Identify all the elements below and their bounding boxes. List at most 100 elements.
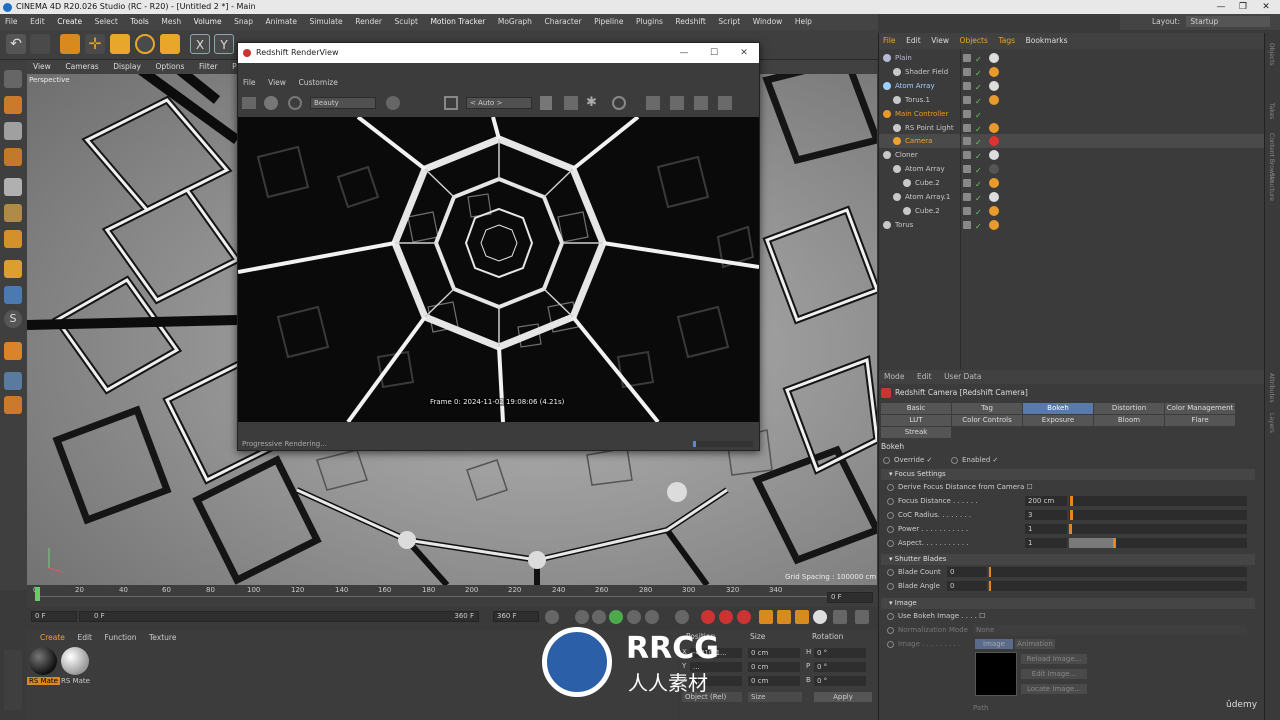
- object-row[interactable]: Main Controller ✓: [879, 107, 1265, 121]
- menu-file[interactable]: File: [0, 14, 23, 30]
- object-name[interactable]: Shader Field: [905, 65, 948, 79]
- recent-tool-icon[interactable]: [160, 34, 180, 54]
- points-mode-icon[interactable]: [4, 178, 22, 196]
- key-rotation-icon[interactable]: [795, 610, 809, 624]
- object-row[interactable]: Cube.2 ✓: [879, 204, 1265, 218]
- play-icon[interactable]: [609, 610, 623, 624]
- object-row[interactable]: Shader Field ✓: [879, 65, 1265, 79]
- object-tag-icon[interactable]: [989, 205, 999, 216]
- menu-script[interactable]: Script: [713, 14, 745, 30]
- object-row[interactable]: Torus.1 ✓: [879, 93, 1265, 107]
- side-tab-layers[interactable]: Layers: [1268, 413, 1275, 433]
- start-render-icon[interactable]: [264, 96, 278, 110]
- side-tab-structure[interactable]: Structure: [1268, 173, 1275, 201]
- tab-lut[interactable]: LUT: [881, 415, 951, 426]
- visibility-toggle-icon[interactable]: [963, 193, 971, 201]
- side-tab-objects[interactable]: Objects: [1268, 43, 1275, 66]
- tab-bloom[interactable]: Bloom: [1094, 415, 1164, 426]
- viewport-menu-filter[interactable]: Filter: [193, 60, 224, 74]
- current-frame-field[interactable]: 0 F: [827, 592, 873, 603]
- menu-sculpt[interactable]: Sculpt: [389, 14, 422, 30]
- select-tool-icon[interactable]: [60, 34, 80, 54]
- object-row[interactable]: Camera ✓: [879, 134, 1265, 149]
- preview-range-slider[interactable]: 0 F 360 F: [79, 611, 479, 622]
- object-name[interactable]: Camera: [905, 134, 932, 148]
- renderview-menu-view[interactable]: View: [263, 76, 291, 90]
- menu-plugins[interactable]: Plugins: [631, 14, 668, 30]
- record-keys-icon[interactable]: [701, 610, 715, 624]
- attr-menu-mode[interactable]: Mode: [879, 370, 909, 384]
- close-button[interactable]: ✕: [1255, 0, 1277, 14]
- solo-icon[interactable]: [4, 342, 22, 360]
- objects-menu-tags[interactable]: Tags: [994, 33, 1019, 49]
- normalization-mode-dropdown[interactable]: None: [973, 625, 1247, 635]
- edit-image-button[interactable]: Edit Image...: [1021, 669, 1087, 679]
- renderview-minimize-button[interactable]: —: [672, 43, 696, 63]
- key-pla-icon[interactable]: [833, 610, 847, 624]
- timeline-ruler[interactable]: 0 20 40 60 80 100 120 140 160 180 200 22…: [27, 585, 877, 607]
- zoom-dropdown[interactable]: < Auto >: [466, 97, 532, 109]
- blade-angle-field[interactable]: 0: [947, 581, 987, 591]
- object-tag-icon[interactable]: [989, 53, 999, 63]
- coord-size-z[interactable]: 0 cm: [748, 676, 800, 686]
- render-region-icon[interactable]: [242, 97, 256, 109]
- key-position-icon[interactable]: [759, 610, 773, 624]
- menu-simulate[interactable]: Simulate: [305, 14, 348, 30]
- section-shutter-blades[interactable]: ▾ Shutter Blades: [881, 554, 1255, 565]
- object-row[interactable]: Cube.2 ✓: [879, 176, 1265, 190]
- viewport-menu-cameras[interactable]: Cameras: [59, 60, 104, 74]
- polygons-mode-icon[interactable]: [4, 230, 22, 248]
- refresh-icon[interactable]: [288, 96, 302, 110]
- object-row[interactable]: Torus ✓: [879, 218, 1265, 232]
- rotate-tool-icon[interactable]: [135, 34, 155, 54]
- object-name[interactable]: Cube.2: [915, 176, 940, 190]
- enabled-checkbox[interactable]: Enabled ✓: [951, 456, 998, 464]
- viewport-menu-display[interactable]: Display: [107, 60, 147, 74]
- undo-icon[interactable]: ↶: [6, 34, 26, 54]
- menu-edit[interactable]: Edit: [25, 14, 50, 30]
- playhead[interactable]: [35, 587, 40, 601]
- object-row[interactable]: Atom Array ✓: [879, 79, 1265, 93]
- coc-radius-slider[interactable]: [1069, 510, 1247, 520]
- tab-tag[interactable]: Tag: [952, 403, 1022, 414]
- objects-menu-bookmarks[interactable]: Bookmarks: [1022, 33, 1072, 49]
- minimize-button[interactable]: —: [1210, 0, 1232, 14]
- attr-menu-edit[interactable]: Edit: [912, 370, 937, 384]
- restore-button[interactable]: ❐: [1232, 0, 1254, 14]
- objects-menu-file[interactable]: File: [879, 33, 900, 49]
- redo-icon[interactable]: [30, 34, 50, 54]
- snap-icon[interactable]: S: [4, 310, 22, 328]
- render-image-canvas[interactable]: [238, 117, 759, 422]
- material-menu-function[interactable]: Function: [100, 632, 142, 644]
- aspect-field[interactable]: 1: [1025, 538, 1067, 548]
- viewport-menu-options[interactable]: Options: [149, 60, 190, 74]
- snapshot-icon[interactable]: [670, 96, 684, 110]
- menu-animate[interactable]: Animate: [261, 14, 302, 30]
- crop-icon[interactable]: [444, 96, 458, 110]
- axis-mode-icon[interactable]: [4, 260, 22, 278]
- objects-menu-edit[interactable]: Edit: [902, 33, 925, 49]
- lock-icon[interactable]: [540, 96, 552, 110]
- object-name[interactable]: Atom Array.1: [905, 190, 950, 204]
- object-name[interactable]: Torus.1: [905, 93, 930, 107]
- coc-radius-field[interactable]: 3: [1025, 510, 1067, 520]
- next-key-icon[interactable]: [645, 610, 659, 624]
- tab-flare[interactable]: Flare: [1165, 415, 1235, 426]
- aspect-slider[interactable]: [1069, 538, 1247, 548]
- model-mode-icon[interactable]: [4, 96, 22, 114]
- visibility-toggle-icon[interactable]: [963, 220, 971, 229]
- tab-bokeh[interactable]: Bokeh: [1023, 403, 1093, 414]
- renderview-menu-customize[interactable]: Customize: [293, 76, 342, 90]
- menu-redshift[interactable]: Redshift: [670, 14, 710, 30]
- material-swatch-2[interactable]: [61, 647, 89, 675]
- menu-window[interactable]: Window: [748, 14, 788, 30]
- autokey-icon[interactable]: [719, 610, 733, 624]
- y-axis-lock-icon[interactable]: Y: [214, 34, 234, 54]
- compare-icon[interactable]: [694, 96, 708, 110]
- end-frame-field[interactable]: 360 F: [493, 611, 539, 622]
- prev-key-icon[interactable]: [575, 610, 589, 624]
- timeline-menu-icon[interactable]: [855, 610, 869, 624]
- visibility-toggle-icon[interactable]: [963, 137, 971, 146]
- edges-mode-icon[interactable]: [4, 204, 22, 222]
- renderview-close-button[interactable]: ✕: [732, 43, 756, 63]
